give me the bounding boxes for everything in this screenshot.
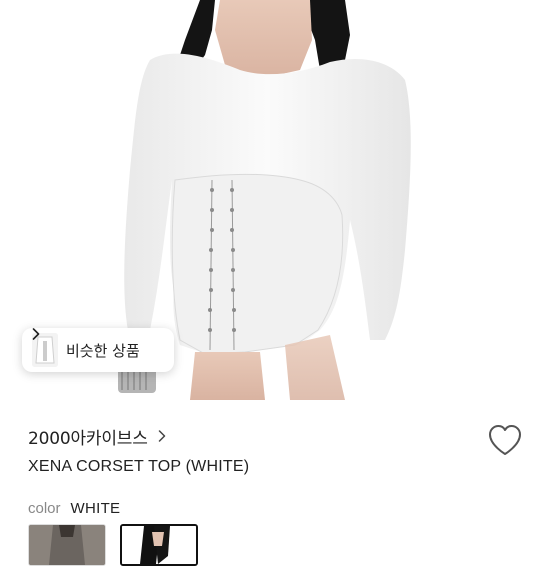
chevron-right-icon <box>158 430 165 442</box>
color-row: color WHITE <box>28 500 120 517</box>
heart-outline-icon[interactable] <box>487 423 523 457</box>
shop-link[interactable]: 2000아카이브스 <box>28 424 166 449</box>
similar-products-label: 비슷한 상품 <box>66 341 140 360</box>
color-label: color <box>28 500 61 517</box>
similar-products-button[interactable]: 비슷한 상품 <box>22 328 174 372</box>
color-variants <box>28 524 198 566</box>
chevron-right-icon <box>32 328 40 340</box>
product-title: XENA CORSET TOP (WHITE) <box>28 458 250 475</box>
color-variant-selected[interactable] <box>120 524 198 566</box>
color-variant-option[interactable] <box>28 524 106 566</box>
color-value: WHITE <box>70 500 121 517</box>
product-photo[interactable]: 비슷한 상품 <box>0 0 552 400</box>
shop-name: 2000아카이브스 <box>28 428 148 449</box>
